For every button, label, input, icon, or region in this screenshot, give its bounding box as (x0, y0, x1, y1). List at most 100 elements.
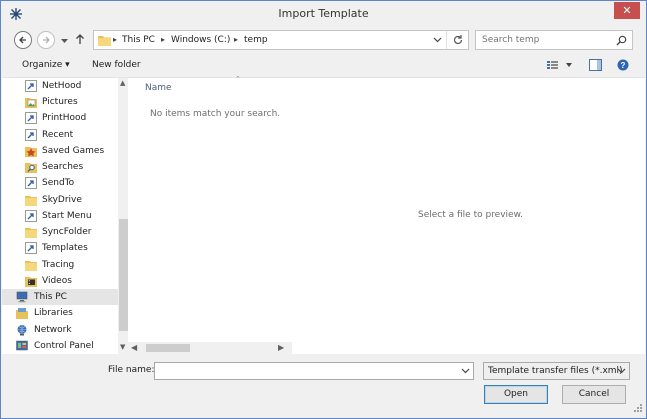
file-name-label: File name: (108, 365, 155, 375)
breadcrumb-separator-icon: ▸ (113, 35, 118, 44)
scrollbar-thumb[interactable] (119, 219, 128, 331)
resize-grip-icon[interactable] (633, 403, 643, 416)
preview-pane-message: Select a file to preview. (418, 210, 523, 220)
refresh-button[interactable] (446, 31, 468, 49)
sidebar-item-tracing[interactable]: Tracing (2, 257, 118, 273)
preview-pane-button[interactable] (589, 59, 602, 74)
breadcrumb-temp[interactable]: temp (244, 35, 268, 45)
sidebar-item-label: Start Menu (42, 211, 92, 221)
sidebar-item-control-panel[interactable]: Control Panel (2, 338, 118, 354)
column-header-name[interactable]: Name (145, 83, 172, 93)
forward-arrow-icon (43, 36, 50, 44)
command-toolbar: Organize ▾ New folder ? (2, 54, 645, 78)
sidebar-item-printhood[interactable]: PrintHood (2, 110, 118, 126)
open-button[interactable]: Open (484, 385, 548, 404)
sidebar-item-nethood[interactable]: NetHood (2, 78, 118, 94)
breadcrumb-windows-c[interactable]: Windows (C:) (171, 35, 230, 45)
close-button[interactable]: ✕ (614, 2, 640, 19)
sidebar-item-label: Control Panel (34, 341, 94, 351)
sidebar-item-label: SyncFolder (42, 227, 92, 237)
sidebar-item-syncfolder[interactable]: SyncFolder (2, 224, 118, 240)
search-icon[interactable] (616, 35, 627, 49)
folder-icon (25, 226, 37, 238)
shortcut-icon (25, 242, 37, 254)
address-history-dropdown[interactable] (433, 34, 443, 46)
empty-results-message: No items match your search. (150, 109, 281, 119)
sidebar-item-saved-games[interactable]: Saved Games (2, 143, 118, 159)
file-name-input[interactable] (158, 364, 454, 378)
folder-icon (25, 259, 37, 271)
breadcrumb-separator-icon: ▸ (161, 35, 166, 44)
scroll-left-icon[interactable]: ◀ (131, 343, 137, 352)
folder-icon (98, 34, 111, 49)
navigation-bar: ▸ This PC ▸ Windows (C:) ▸ temp (1, 27, 646, 53)
scroll-right-icon[interactable]: ▶ (278, 343, 284, 352)
pictures-icon (25, 96, 37, 108)
sidebar-item-label: Network (34, 325, 72, 335)
preview-pane-icon (589, 59, 602, 71)
file-name-combobox[interactable] (154, 362, 474, 380)
file-list-pane: ⌃ Name No items match your search. Selec… (128, 75, 645, 354)
sidebar-item-label: Saved Games (42, 146, 105, 156)
chevron-down-icon (617, 367, 626, 378)
breadcrumb-this-pc[interactable]: This PC (122, 35, 155, 45)
chevron-down-icon[interactable] (461, 367, 470, 378)
cancel-button[interactable]: Cancel (562, 385, 626, 404)
sidebar-item-recent[interactable]: Recent (2, 127, 118, 143)
scroll-down-icon[interactable]: ▼ (120, 343, 125, 351)
sidebar-item-network[interactable]: Network (2, 322, 118, 338)
back-arrow-icon (19, 36, 26, 44)
view-list-icon (547, 61, 572, 69)
sidebar-item-this-pc[interactable]: This PC (2, 289, 118, 305)
sidebar-item-label: Videos (42, 276, 72, 286)
file-type-value: Template transfer files (*.xml) (488, 366, 623, 376)
sidebar-item-label: SendTo (42, 178, 75, 188)
dialog-footer: File name: Template transfer files (*.xm… (2, 354, 645, 418)
file-list-horizontal-scrollbar[interactable]: ◀ ▶ (128, 342, 292, 354)
file-type-select[interactable]: Template transfer files (*.xml) (483, 362, 630, 380)
sidebar-item-videos[interactable]: Videos (2, 273, 118, 289)
sidebar-item-start-menu[interactable]: Start Menu (2, 208, 118, 224)
up-button[interactable] (75, 33, 85, 48)
help-icon: ? (617, 59, 629, 71)
libraries-icon (16, 307, 28, 319)
sort-caret-icon: ⌃ (235, 75, 241, 83)
recent-locations-dropdown[interactable] (61, 37, 68, 47)
back-button[interactable] (14, 31, 32, 49)
videos-icon (25, 275, 37, 287)
sidebar-item-label: This PC (34, 292, 67, 302)
sidebar-item-skydrive[interactable]: SkyDrive (2, 192, 118, 208)
sidebar-item-label: NetHood (42, 81, 82, 91)
search-field[interactable] (475, 30, 633, 50)
import-template-dialog: Import Template ✕ ▸ This PC ▸ Windows (C… (0, 0, 647, 419)
address-bar[interactable]: ▸ This PC ▸ Windows (C:) ▸ temp (93, 30, 469, 50)
scrollbar-thumb[interactable] (146, 344, 190, 352)
sidebar-item-libraries[interactable]: Libraries (2, 305, 118, 321)
sidebar-item-label: Templates (42, 243, 88, 253)
breadcrumb-separator-icon: ▸ (234, 35, 239, 44)
shortcut-icon (25, 129, 37, 141)
searches-icon (25, 161, 37, 173)
folder-icon (25, 194, 37, 206)
svg-text:?: ? (621, 61, 626, 70)
forward-button[interactable] (37, 31, 55, 49)
new-folder-button[interactable]: New folder (92, 60, 141, 70)
help-button[interactable]: ? (617, 59, 629, 74)
refresh-icon (453, 35, 463, 45)
chevron-down-icon (433, 37, 442, 43)
sidebar-item-searches[interactable]: Searches (2, 159, 118, 175)
sidebar-item-label: Pictures (42, 97, 78, 107)
sidebar-item-templates[interactable]: Templates (2, 240, 118, 256)
sidebar-item-pictures[interactable]: Pictures (2, 94, 118, 110)
sidebar-item-sendto[interactable]: SendTo (2, 175, 118, 191)
search-input[interactable] (480, 33, 610, 47)
sidebar-item-label: Libraries (34, 308, 73, 318)
sidebar-item-label: SkyDrive (42, 195, 82, 205)
shortcut-icon (25, 177, 37, 189)
change-view-button[interactable] (547, 59, 573, 74)
chevron-down-icon (61, 39, 68, 43)
network-icon (16, 324, 28, 336)
scroll-up-icon[interactable]: ▲ (120, 79, 125, 87)
organize-button[interactable]: Organize ▾ (22, 60, 70, 70)
up-arrow-icon (76, 34, 84, 44)
